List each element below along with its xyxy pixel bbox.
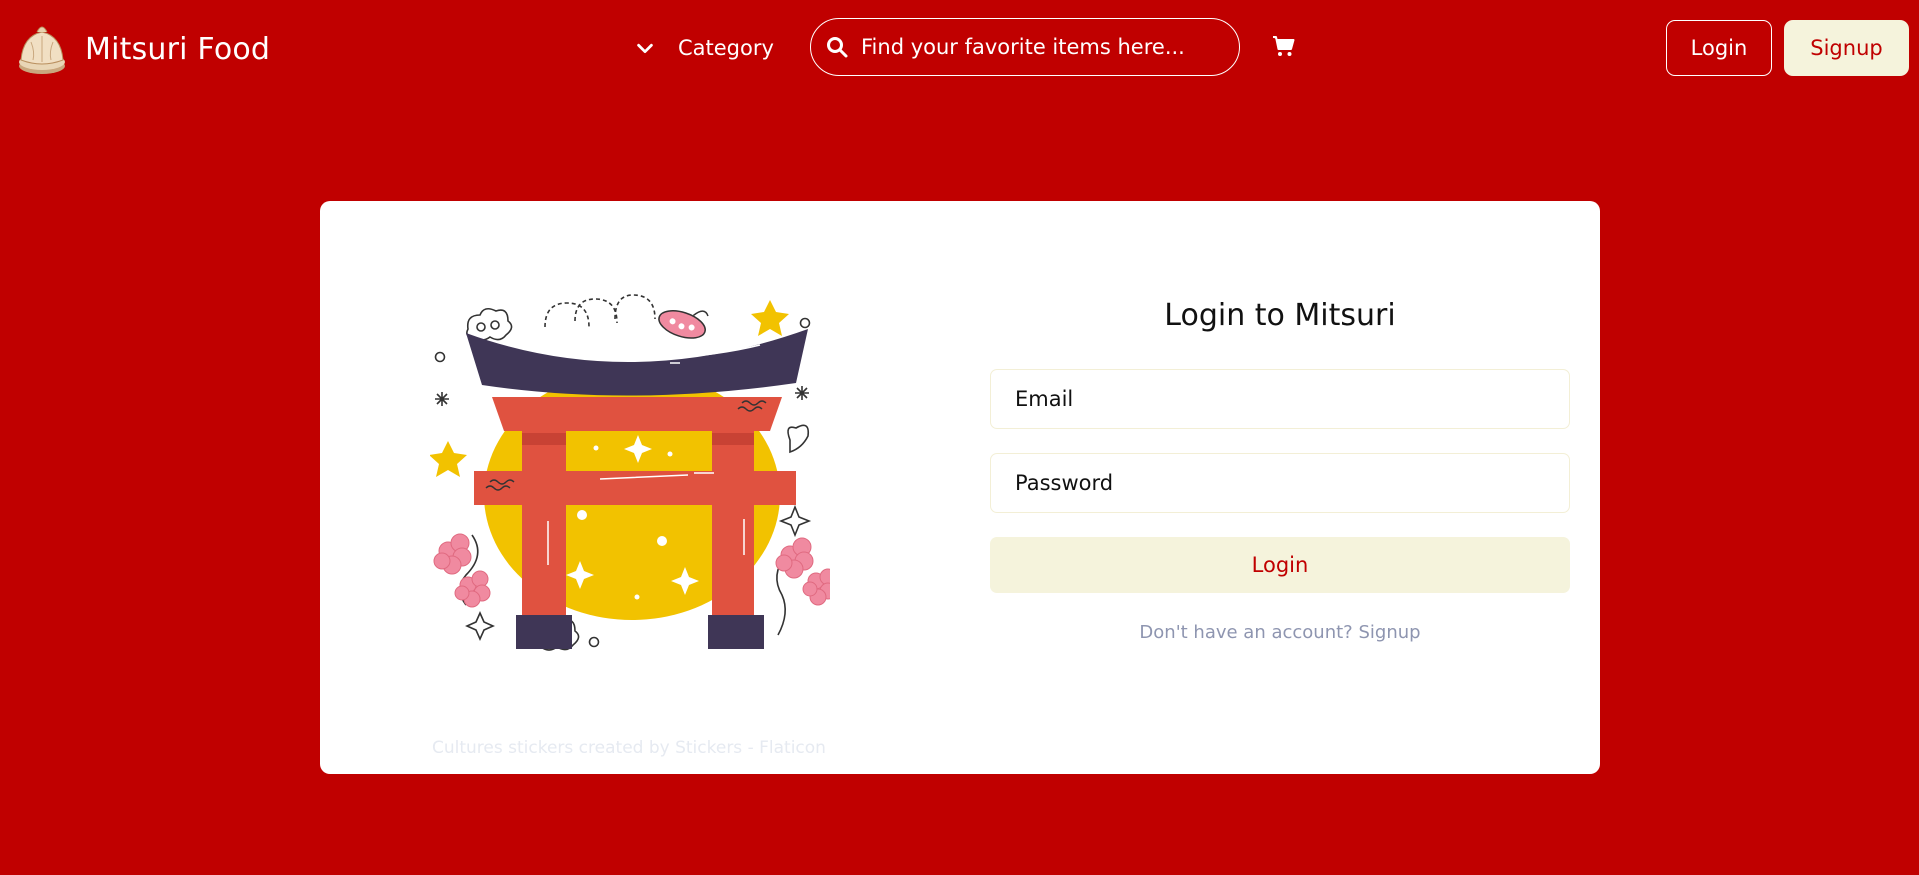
- illustration-credit[interactable]: Cultures stickers created by Stickers - …: [432, 738, 826, 758]
- signup-prompt-text: Don't have an account?: [1139, 622, 1353, 643]
- login-submit-button[interactable]: Login: [990, 537, 1570, 593]
- page-title: Login to Mitsuri: [1164, 298, 1396, 333]
- email-field[interactable]: [990, 369, 1570, 429]
- brand-name: Mitsuri Food: [85, 31, 271, 67]
- nav-signup-button[interactable]: Signup: [1784, 20, 1909, 76]
- search-input[interactable]: [859, 34, 1223, 60]
- brand[interactable]: Mitsuri Food: [17, 22, 270, 76]
- navbar: Mitsuri Food Category Login Signup: [0, 0, 1919, 96]
- category-label: Category: [678, 36, 774, 60]
- search-bar: [810, 18, 1240, 76]
- login-card: Cultures stickers created by Stickers - …: [320, 201, 1600, 774]
- torii-gate-illustration: [430, 294, 830, 651]
- nav-login-button[interactable]: Login: [1666, 20, 1772, 76]
- chevron-down-icon: [637, 43, 653, 54]
- cart-icon[interactable]: [1272, 34, 1296, 58]
- signup-link[interactable]: Signup: [1358, 622, 1420, 643]
- dumpling-logo-icon: [19, 26, 65, 74]
- category-dropdown[interactable]: Category: [634, 28, 774, 68]
- search-icon: [827, 37, 848, 58]
- signup-prompt: Don't have an account? Signup: [990, 622, 1570, 643]
- password-field[interactable]: [990, 453, 1570, 513]
